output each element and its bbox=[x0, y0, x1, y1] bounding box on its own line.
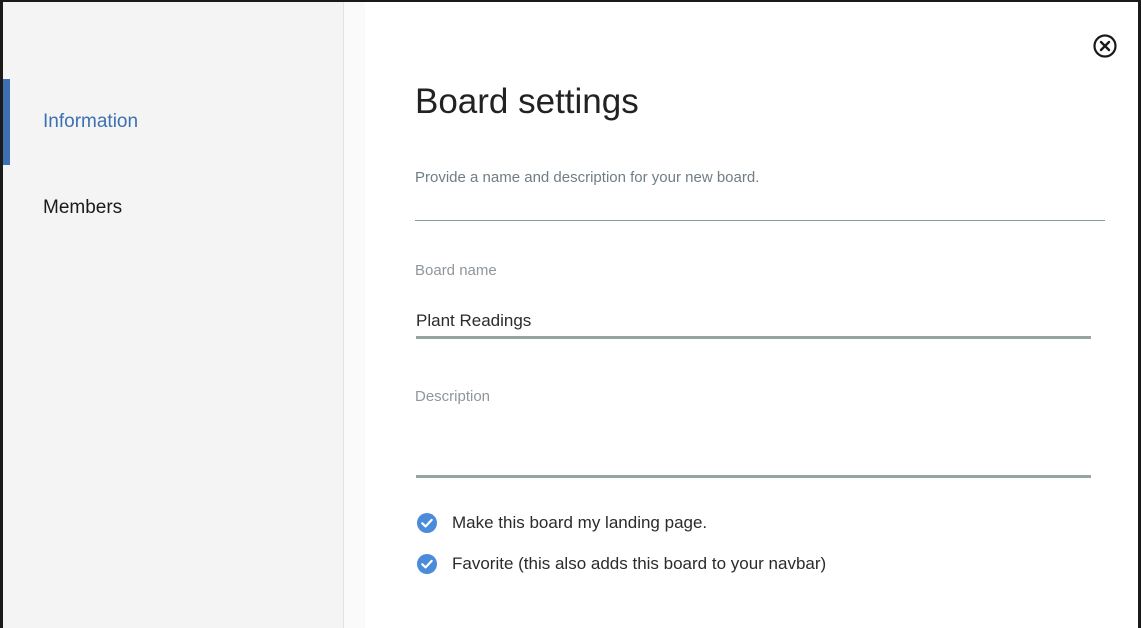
close-button[interactable] bbox=[1092, 33, 1118, 59]
header-divider bbox=[415, 220, 1105, 221]
board-settings-dialog: Information Members Board settings Provi… bbox=[0, 0, 1141, 628]
close-circle-icon bbox=[1093, 34, 1117, 58]
sidebar-item-label: Information bbox=[43, 111, 139, 132]
sidebar-item-information[interactable]: Information bbox=[3, 79, 343, 165]
page-subtitle: Provide a name and description for your … bbox=[415, 169, 760, 186]
page-title: Board settings bbox=[415, 82, 639, 121]
favorite-label: Favorite (this also adds this board to y… bbox=[452, 554, 827, 573]
board-name-label: Board name bbox=[415, 262, 497, 279]
checkmark-circle-icon bbox=[417, 513, 437, 533]
description-label: Description bbox=[415, 388, 491, 405]
sidebar: Information Members bbox=[3, 2, 344, 628]
description-input[interactable] bbox=[416, 444, 1091, 478]
panel-gutter bbox=[344, 2, 365, 628]
landing-page-label: Make this board my landing page. bbox=[452, 513, 708, 532]
sidebar-item-label: Members bbox=[43, 197, 123, 218]
checkmark-circle-icon bbox=[417, 554, 437, 574]
favorite-checkbox[interactable]: Favorite (this also adds this board to y… bbox=[416, 553, 826, 575]
landing-page-checkbox[interactable]: Make this board my landing page. bbox=[416, 512, 707, 534]
board-name-input[interactable] bbox=[416, 305, 1091, 339]
sidebar-item-members[interactable]: Members bbox=[3, 165, 343, 251]
